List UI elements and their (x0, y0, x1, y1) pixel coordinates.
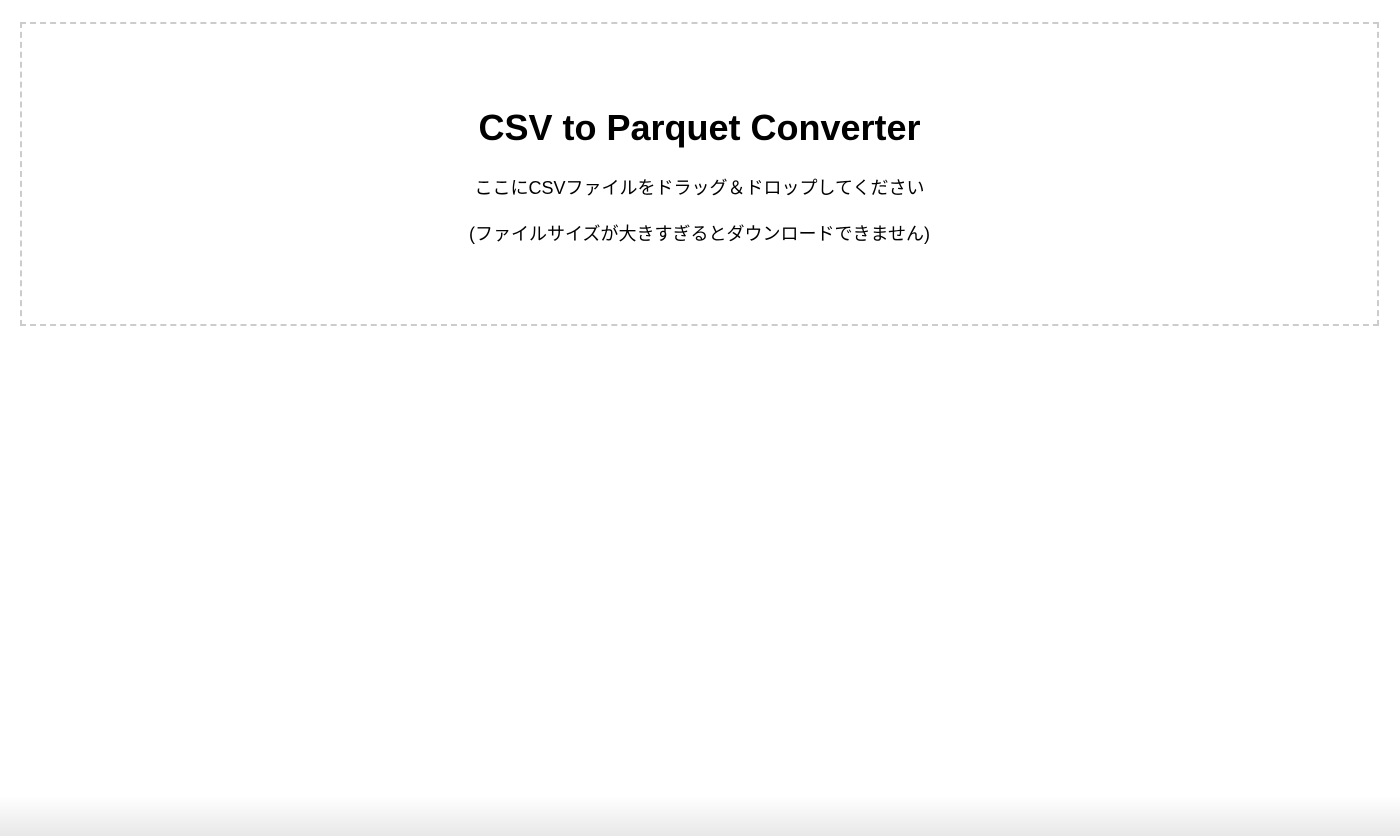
page: CSV to Parquet Converter ここにCSVファイルをドラッグ… (0, 0, 1400, 836)
page-title: CSV to Parquet Converter (478, 107, 921, 148)
bottom-shadow (0, 796, 1400, 836)
file-size-note: (ファイルサイズが大きすぎるとダウンロードできません) (469, 224, 930, 244)
csv-drop-zone[interactable]: CSV to Parquet Converter ここにCSVファイルをドラッグ… (20, 22, 1379, 326)
drop-instruction: ここにCSVファイルをドラッグ＆ドロップしてください (474, 178, 925, 198)
